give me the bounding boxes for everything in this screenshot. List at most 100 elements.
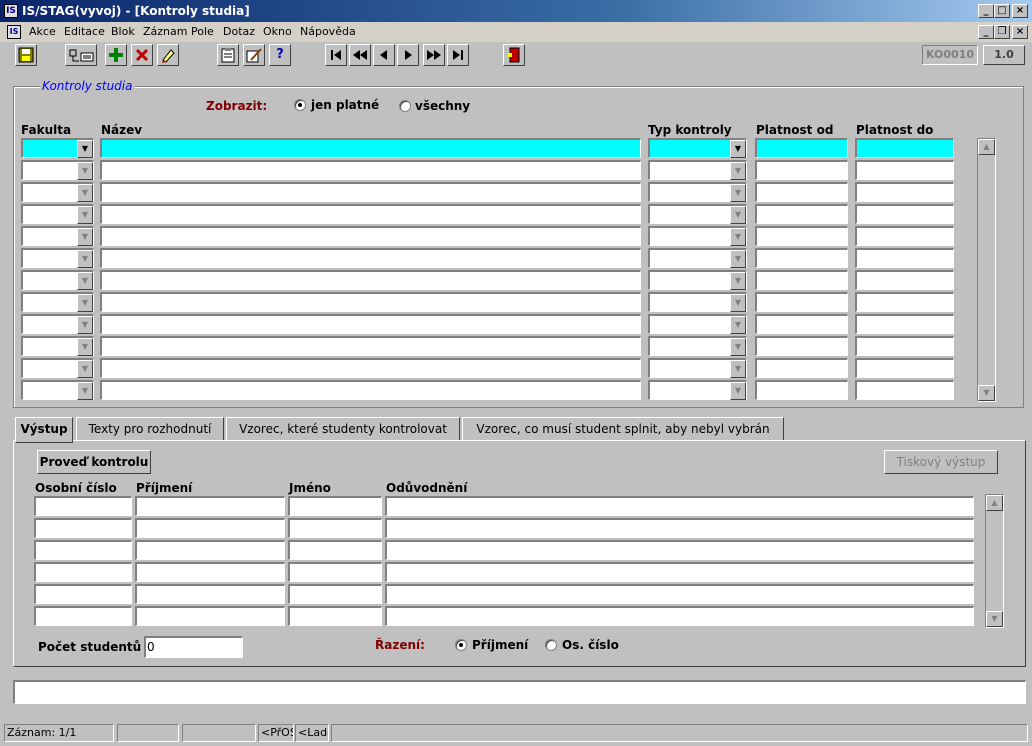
menu-dotaz[interactable]: Dotaz	[223, 25, 255, 38]
filter-radio-valid[interactable]	[294, 99, 306, 111]
edit-icon[interactable]	[157, 44, 179, 66]
tab-vzorec-splnit[interactable]: Vzorec, co musí student splnit, aby neby…	[462, 417, 784, 441]
oduvodneni-field[interactable]	[385, 540, 974, 560]
fakulta-select[interactable]: ▼	[21, 336, 94, 356]
typ-kontroly-select[interactable]: ▼	[648, 336, 747, 356]
fakulta-select[interactable]: ▼	[21, 226, 94, 246]
nazev-field[interactable]	[100, 292, 641, 312]
chevron-down-icon[interactable]: ▼	[77, 228, 93, 246]
chevron-down-icon[interactable]: ▼	[77, 272, 93, 290]
scroll-up-icon[interactable]: ▲	[978, 139, 995, 155]
prijmeni-field[interactable]	[135, 540, 285, 560]
platnost-do-field[interactable]	[855, 248, 954, 268]
fakulta-select[interactable]: ▼	[21, 248, 94, 268]
platnost-od-field[interactable]	[755, 314, 848, 334]
chevron-down-icon[interactable]: ▼	[730, 206, 746, 224]
jmeno-field[interactable]	[288, 584, 382, 604]
minimize-button[interactable]: _	[978, 4, 994, 18]
platnost-do-field[interactable]	[855, 138, 954, 158]
platnost-do-field[interactable]	[855, 182, 954, 202]
nazev-field[interactable]	[100, 336, 641, 356]
platnost-od-field[interactable]	[755, 292, 848, 312]
close-button[interactable]: ×	[1012, 4, 1028, 18]
scroll-up-icon[interactable]: ▲	[986, 495, 1003, 511]
mdi-close-button[interactable]: ×	[1012, 25, 1028, 39]
chevron-down-icon[interactable]: ▼	[77, 360, 93, 378]
typ-kontroly-select[interactable]: ▼	[648, 270, 747, 290]
chevron-down-icon[interactable]: ▼	[77, 382, 93, 400]
nazev-field[interactable]	[100, 204, 641, 224]
platnost-do-field[interactable]	[855, 160, 954, 180]
mdi-restore-button[interactable]: ❐	[994, 25, 1010, 39]
mdi-icon[interactable]: IS	[7, 25, 21, 39]
menu-pole[interactable]: Pole	[191, 25, 214, 38]
fakulta-select[interactable]: ▼	[21, 292, 94, 312]
fakulta-select[interactable]: ▼	[21, 270, 94, 290]
platnost-od-field[interactable]	[755, 226, 848, 246]
tab-texty[interactable]: Texty pro rozhodnutí	[76, 417, 224, 441]
fakulta-select[interactable]: ▼	[21, 358, 94, 378]
student-count-field[interactable]: 0	[144, 636, 243, 658]
typ-kontroly-select[interactable]: ▼	[648, 248, 747, 268]
osobni-cislo-field[interactable]	[34, 584, 132, 604]
sort-radio-id[interactable]	[545, 639, 557, 651]
typ-kontroly-select[interactable]: ▼	[648, 358, 747, 378]
prijmeni-field[interactable]	[135, 606, 285, 626]
mdi-minimize-button[interactable]: _	[978, 25, 994, 39]
chevron-down-icon[interactable]: ▼	[730, 316, 746, 334]
chevron-down-icon[interactable]: ▼	[77, 316, 93, 334]
menu-blok[interactable]: Blok	[111, 25, 135, 38]
platnost-do-field[interactable]	[855, 270, 954, 290]
clipboard-icon[interactable]	[217, 44, 239, 66]
students-scrollbar[interactable]: ▲ ▼	[985, 494, 1004, 628]
prijmeni-field[interactable]	[135, 518, 285, 538]
previous-block-icon[interactable]	[349, 44, 371, 66]
typ-kontroly-select[interactable]: ▼	[648, 160, 747, 180]
fakulta-select[interactable]: ▼	[21, 314, 94, 334]
tab-vystup[interactable]: Výstup	[15, 417, 73, 443]
exit-icon[interactable]	[503, 44, 525, 66]
chevron-down-icon[interactable]: ▼	[77, 140, 93, 158]
platnost-od-field[interactable]	[755, 380, 848, 400]
platnost-od-field[interactable]	[755, 138, 848, 158]
platnost-od-field[interactable]	[755, 336, 848, 356]
scroll-down-icon[interactable]: ▼	[986, 611, 1003, 627]
next-record-icon[interactable]	[397, 44, 419, 66]
chevron-down-icon[interactable]: ▼	[730, 360, 746, 378]
platnost-od-field[interactable]	[755, 270, 848, 290]
chevron-down-icon[interactable]: ▼	[77, 206, 93, 224]
oduvodneni-field[interactable]	[385, 584, 974, 604]
platnost-do-field[interactable]	[855, 358, 954, 378]
typ-kontroly-select[interactable]: ▼	[648, 292, 747, 312]
next-block-icon[interactable]	[423, 44, 445, 66]
scroll-down-icon[interactable]: ▼	[978, 385, 995, 401]
typ-kontroly-select[interactable]: ▼	[648, 226, 747, 246]
chevron-down-icon[interactable]: ▼	[730, 162, 746, 180]
platnost-od-field[interactable]	[755, 160, 848, 180]
jmeno-field[interactable]	[288, 540, 382, 560]
fakulta-select[interactable]: ▼	[21, 138, 94, 158]
platnost-od-field[interactable]	[755, 204, 848, 224]
sort-option-id[interactable]: Os. číslo	[562, 638, 619, 652]
run-check-button[interactable]: Proveď kontrolu	[37, 450, 151, 474]
platnost-do-field[interactable]	[855, 292, 954, 312]
chevron-down-icon[interactable]: ▼	[730, 140, 746, 158]
maximize-button[interactable]: □	[994, 4, 1010, 18]
chevron-down-icon[interactable]: ▼	[730, 338, 746, 356]
menu-napoveda[interactable]: Nápověda	[300, 25, 356, 38]
jmeno-field[interactable]	[288, 496, 382, 516]
last-record-icon[interactable]	[447, 44, 469, 66]
prijmeni-field[interactable]	[135, 562, 285, 582]
pen-icon[interactable]	[243, 44, 265, 66]
nazev-field[interactable]	[100, 226, 641, 246]
chevron-down-icon[interactable]: ▼	[77, 184, 93, 202]
tab-vzorec-kontrolovat[interactable]: Vzorec, které studenty kontrolovat	[226, 417, 460, 441]
prijmeni-field[interactable]	[135, 584, 285, 604]
insert-record-icon[interactable]	[105, 44, 127, 66]
prijmeni-field[interactable]	[135, 496, 285, 516]
filter-option-all[interactable]: všechny	[415, 99, 470, 113]
nazev-field[interactable]	[100, 380, 641, 400]
help-icon[interactable]: ?	[269, 44, 291, 66]
nazev-field[interactable]	[100, 358, 641, 378]
fakulta-select[interactable]: ▼	[21, 380, 94, 400]
